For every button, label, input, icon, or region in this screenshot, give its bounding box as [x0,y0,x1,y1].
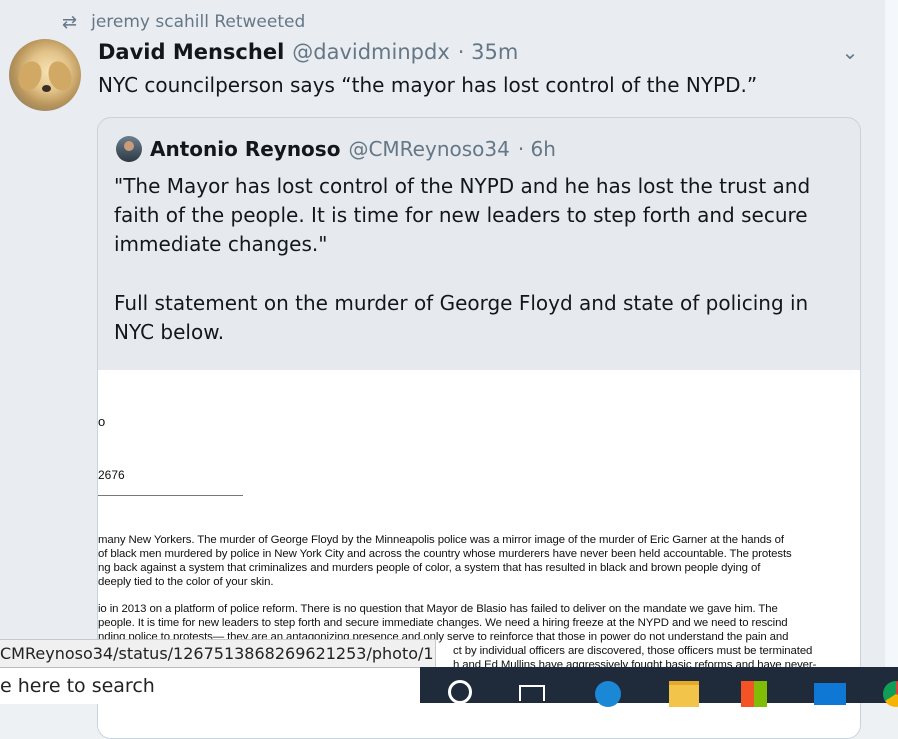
tweet-text: NYC councilperson says “the mayor has lo… [98,73,758,97]
avatar-ear [14,58,46,94]
scrollbar[interactable] [885,0,898,703]
chrome-icon[interactable] [872,667,898,707]
doc-line: people. It is time for new leaders to st… [98,617,788,629]
link-status-bar: CMReynoso34/status/1267513868269621253/p… [0,639,436,669]
doc-line: io in 2013 on a platform of police refor… [98,603,778,615]
taskbar [420,667,898,707]
tweet-time[interactable]: · 35m [458,40,519,64]
chevron-down-icon[interactable]: ⌄ [838,40,862,64]
doc-phone-fragment: 2676 [98,468,125,482]
quoted-paragraph-1: "The Mayor has lost control of the NYPD … [114,174,811,256]
taskbar-search-input[interactable]: e here to search [0,667,420,704]
retweet-context[interactable]: ⇄ jeremy scahill Retweeted [62,10,305,34]
doc-line: deeply tied to the color of your skin. [98,576,274,588]
doc-paragraph-1: many New Yorkers. The murder of George F… [98,533,858,589]
quoted-author-name[interactable]: Antonio Reynoso [150,137,340,161]
quoted-tweet-header: Antonio Reynoso @CMReynoso34 · 6h [116,136,556,162]
quoted-author-avatar[interactable] [116,136,142,162]
doc-divider [98,495,243,496]
doc-line: many New Yorkers. The murder of George F… [98,534,784,546]
author-handle[interactable]: @davidminpdx [292,40,449,64]
quoted-paragraph-2: Full statement on the murder of George F… [114,291,809,344]
retweet-icon: ⇄ [62,11,78,33]
tweet-header: David Menschel @davidminpdx · 35m [98,40,518,64]
avatar-nose [42,85,51,92]
author-name[interactable]: David Menschel [98,40,284,64]
doc-line: of black men murdered by police in New Y… [98,548,792,560]
doc-line: ng back against a system that criminaliz… [98,562,761,574]
timeline: ⇄ jeremy scahill Retweeted David Mensche… [0,0,885,739]
retweet-label: jeremy scahill Retweeted [91,12,306,32]
file-explorer-icon[interactable] [660,667,708,707]
quoted-author-handle[interactable]: @CMReynoso34 [348,137,509,161]
store-icon[interactable] [730,667,778,707]
quoted-tweet-text: "The Mayor has lost control of the NYPD … [114,172,834,347]
quoted-tweet-time[interactable]: · 6h [518,137,556,161]
cortana-icon[interactable] [436,667,484,704]
mail-icon[interactable] [806,667,854,705]
doc-fragment: o [98,414,106,429]
task-view-icon[interactable] [508,667,556,703]
author-avatar[interactable] [9,39,81,111]
edge-browser-icon[interactable] [584,667,632,707]
